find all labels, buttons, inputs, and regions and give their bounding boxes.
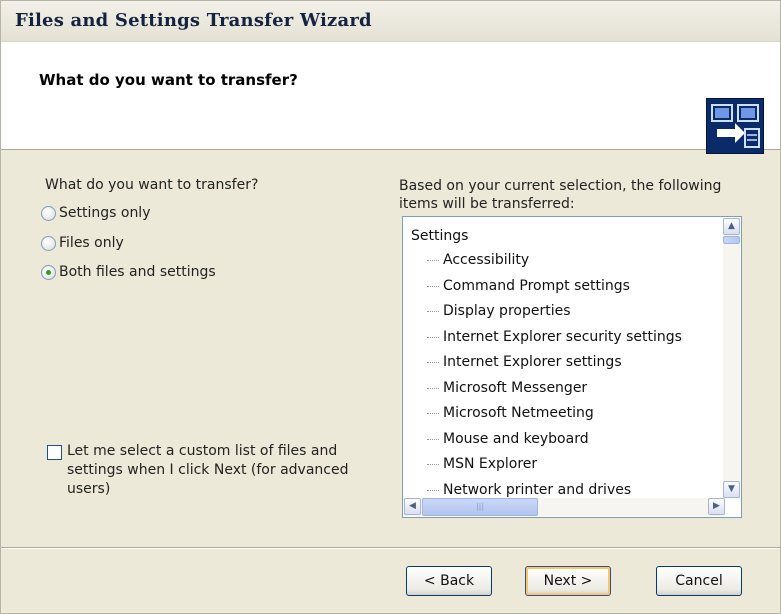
scroll-up-icon[interactable]: ▲: [723, 218, 740, 235]
transfer-items-list[interactable]: Settings Accessibility Command Prompt se…: [402, 216, 742, 518]
list-item: Accessibility: [411, 248, 723, 274]
list-item: MSN Explorer: [411, 452, 723, 478]
radio-button-selected[interactable]: [41, 264, 56, 280]
list-item: Mouse and keyboard: [411, 427, 723, 453]
list-item: Command Prompt settings: [411, 274, 723, 300]
scroll-left-icon[interactable]: ◀: [404, 498, 421, 515]
page-heading: What do you want to transfer?: [39, 71, 298, 89]
radio-both-files-and-settings[interactable]: Both files and settings: [41, 261, 216, 283]
radio-label: Both files and settings: [59, 264, 216, 280]
title-bar[interactable]: Files and Settings Transfer Wizard: [1, 1, 780, 42]
transfer-description: Based on your current selection, the fol…: [399, 178, 722, 212]
tree-root: Settings: [411, 228, 469, 244]
radio-settings-only[interactable]: Settings only: [41, 202, 151, 224]
items-tree: Settings Accessibility Command Prompt se…: [411, 224, 723, 503]
horizontal-scroll-thumb[interactable]: |||: [422, 498, 538, 516]
next-button[interactable]: Next >: [525, 566, 611, 596]
radio-button[interactable]: [41, 235, 56, 251]
radio-label: Settings only: [59, 205, 151, 221]
left-question: What do you want to transfer?: [45, 177, 259, 193]
radio-label: Files only: [59, 235, 124, 251]
wizard-header: What do you want to transfer?: [1, 42, 780, 154]
vertical-scroll-thumb[interactable]: [723, 236, 740, 244]
list-item: Internet Explorer security settings: [411, 325, 723, 351]
cancel-button[interactable]: Cancel: [656, 566, 742, 596]
vertical-scrollbar[interactable]: ▲ ▼: [723, 218, 740, 498]
scroll-down-icon[interactable]: ▼: [723, 481, 740, 498]
list-item: Internet Explorer settings: [411, 350, 723, 376]
window-title: Files and Settings Transfer Wizard: [15, 10, 372, 31]
radio-button[interactable]: [41, 205, 56, 221]
custom-list-checkbox[interactable]: [47, 445, 62, 460]
back-button[interactable]: < Back: [406, 566, 492, 596]
radio-files-only[interactable]: Files only: [41, 232, 124, 254]
transfer-wizard-icon: [706, 98, 764, 154]
list-item: Display properties: [411, 299, 723, 325]
footer-divider: [1, 547, 780, 549]
list-item: Microsoft Netmeeting: [411, 401, 723, 427]
custom-list-label: Let me select a custom list of files and…: [67, 443, 349, 497]
scroll-right-icon[interactable]: ▶: [708, 498, 725, 515]
list-item: Microsoft Messenger: [411, 376, 723, 402]
horizontal-scrollbar[interactable]: ◀ ||| ▶: [404, 498, 725, 516]
wizard-window: Files and Settings Transfer Wizard What …: [0, 0, 781, 614]
